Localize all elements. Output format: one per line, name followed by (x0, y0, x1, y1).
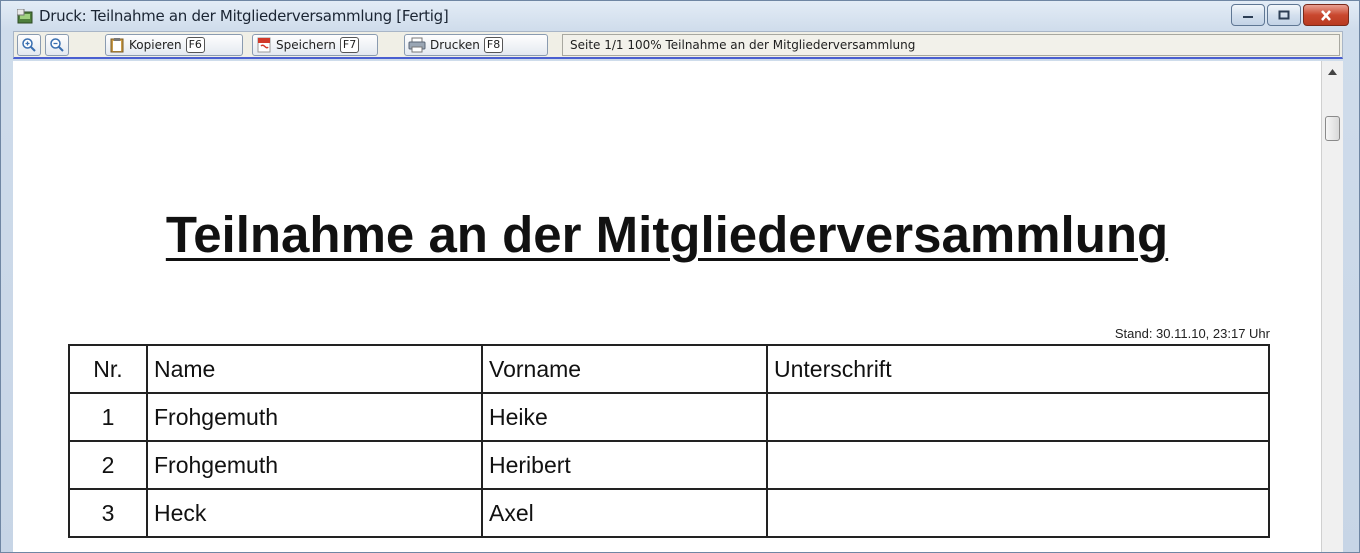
table-row: 3 Heck Axel (68, 488, 1270, 538)
copy-shortcut: F6 (185, 37, 205, 53)
cell-name: Frohgemuth (146, 392, 483, 442)
minimize-icon (1243, 16, 1253, 18)
print-preview-window: Druck: Teilnahme an der Mitgliederversam… (0, 0, 1360, 553)
document-preview: Teilnahme an der Mitgliederversammlung S… (13, 61, 1321, 552)
cell-nr: 3 (68, 488, 148, 538)
chevron-up-icon (1328, 69, 1337, 75)
cell-vorname: Heribert (481, 440, 768, 490)
column-header-nr: Nr. (68, 344, 148, 394)
table-header-row: Nr. Name Vorname Unterschrift (68, 344, 1270, 394)
scrollbar-thumb[interactable] (1325, 116, 1340, 141)
page-title: Teilnahme an der Mitgliederversammlung (165, 206, 1169, 263)
timestamp: Stand: 30.11.10, 23:17 Uhr (1114, 326, 1270, 341)
pdf-icon (257, 37, 271, 53)
save-button[interactable]: Speichern F7 (252, 34, 378, 56)
cell-vorname: Axel (481, 488, 768, 538)
column-header-vorname: Vorname (481, 344, 768, 394)
column-header-unterschrift: Unterschrift (766, 344, 1270, 394)
attendance-table: Nr. Name Vorname Unterschrift 1 Frohgemu… (68, 344, 1270, 538)
title-bar[interactable]: Druck: Teilnahme an der Mitgliederversam… (1, 1, 1359, 31)
cell-name: Frohgemuth (146, 440, 483, 490)
app-icon (17, 9, 33, 24)
save-shortcut: F7 (339, 37, 360, 53)
table-row: 1 Frohgemuth Heike (68, 392, 1270, 442)
zoom-in-button[interactable] (17, 34, 41, 56)
zoom-out-icon (50, 38, 64, 52)
print-label: Drucken (430, 38, 480, 52)
vertical-scrollbar[interactable] (1321, 61, 1343, 552)
save-label: Speichern (276, 38, 336, 52)
print-button[interactable]: Drucken F8 (404, 34, 548, 56)
zoom-in-icon (22, 38, 36, 52)
close-icon (1321, 9, 1331, 21)
toolbar: Kopieren F6 Speichern F7 Drucken F8 Seit… (13, 31, 1343, 59)
cell-unterschrift (766, 440, 1270, 490)
cell-nr: 2 (68, 440, 148, 490)
cell-unterschrift (766, 488, 1270, 538)
cell-unterschrift (766, 392, 1270, 442)
copy-label: Kopieren (129, 38, 182, 52)
maximize-icon (1278, 10, 1290, 20)
table-row: 2 Frohgemuth Heribert (68, 440, 1270, 490)
printer-icon (408, 37, 426, 53)
cell-vorname: Heike (481, 392, 768, 442)
close-button[interactable] (1303, 4, 1349, 26)
clipboard-icon (110, 38, 124, 53)
window-controls (1231, 4, 1349, 26)
status-text: Seite 1/1 100% Teilnahme an der Mitglied… (562, 34, 1340, 56)
print-shortcut: F8 (483, 37, 504, 53)
minimize-button[interactable] (1231, 4, 1265, 26)
scroll-up-button[interactable] (1322, 61, 1343, 83)
cell-nr: 1 (68, 392, 148, 442)
column-header-name: Name (146, 344, 483, 394)
copy-button[interactable]: Kopieren F6 (105, 34, 243, 56)
zoom-out-button[interactable] (45, 34, 69, 56)
window-title: Druck: Teilnahme an der Mitgliederversam… (39, 7, 449, 25)
cell-name: Heck (146, 488, 483, 538)
maximize-button[interactable] (1267, 4, 1301, 26)
